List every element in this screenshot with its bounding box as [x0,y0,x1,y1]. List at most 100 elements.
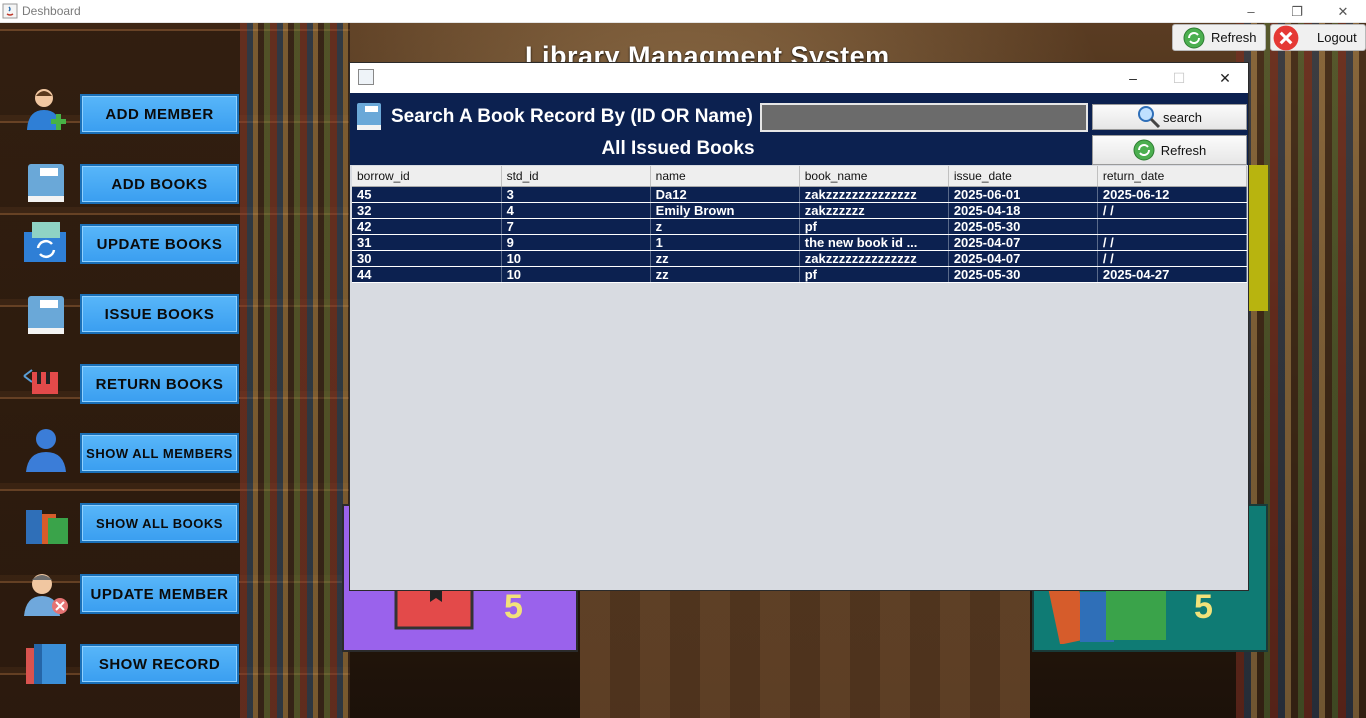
show-record-button[interactable]: SHOW RECORD [80,644,239,684]
update-books-icon [24,222,66,262]
show-all-members-button[interactable]: SHOW ALL MEMBERS [80,433,239,473]
table-cell[interactable]: pf [799,218,949,235]
dialog-refresh-button[interactable]: Refresh [1092,135,1247,165]
table-row[interactable]: 45 3 Da12 zakzzzzzzzzzzzzzz 2025-06-01 2… [352,186,1248,203]
column-header-return-date[interactable]: return_date [1097,166,1248,187]
table-cell[interactable]: zz [650,266,800,283]
column-header-borrow-id[interactable]: borrow_id [352,166,502,187]
column-header-name[interactable]: name [650,166,800,187]
table-cell[interactable]: 10 [501,266,651,283]
table-cell[interactable]: 2025-04-07 [948,234,1098,251]
add-member-icon [27,89,66,130]
books-left [240,23,350,718]
dialog-refresh-label: Refresh [1160,142,1207,158]
table-cell[interactable]: the new book id ... [799,234,949,251]
table-cell[interactable]: 2025-04-18 [948,202,1098,219]
logout-label: Logout [1317,30,1357,45]
search-button-label: search [1162,109,1203,125]
table-row[interactable]: 44 10 zz pf 2025-05-30 2025-04-27 [352,266,1248,283]
dialog-titlebar: – ☐ ✕ [350,63,1248,93]
book-icon [28,164,64,202]
table-row[interactable]: 42 7 z pf 2025-05-30 [352,218,1248,235]
table-cell[interactable]: 32 [352,202,502,219]
table-cell[interactable]: zakzzzzzz [799,202,949,219]
table-header-row: borrow_id std_id name book_name issue_da… [352,166,1248,187]
column-header-std-id[interactable]: std_id [501,166,651,187]
issue-book-icon [28,296,64,334]
java-app-icon [358,69,374,85]
add-member-button[interactable]: ADD MEMBER [80,94,239,134]
record-icon [26,644,66,684]
table-cell[interactable]: 30 [352,250,502,267]
search-icon [1137,106,1161,129]
table-cell[interactable]: 3 [501,186,651,203]
table-cell[interactable]: 44 [352,266,502,283]
table-cell[interactable]: Emily Brown [650,202,800,219]
dialog-close-button[interactable]: ✕ [1202,63,1248,93]
table-cell[interactable]: 2025-06-12 [1097,186,1248,203]
issue-books-button[interactable]: ISSUE BOOKS [80,294,239,334]
column-header-book-name[interactable]: book_name [799,166,949,187]
search-button[interactable]: search [1092,104,1247,130]
table-cell[interactable]: pf [799,266,949,283]
column-header-issue-date[interactable]: issue_date [948,166,1098,187]
dialog-maximize-button: ☐ [1172,69,1186,86]
dialog-minimize-button[interactable]: – [1110,63,1156,93]
issued-books-dialog: – ☐ ✕ Search A Book Record By (ID OR Nam… [349,62,1249,591]
search-label: Search A Book Record By (ID OR Name) [391,106,753,127]
table-cell[interactable]: 2025-05-30 [948,218,1098,235]
table-cell[interactable]: 9 [501,234,651,251]
dialog-header: Search A Book Record By (ID OR Name) sea… [350,93,1248,165]
table-cell[interactable]: 7 [501,218,651,235]
table-cell[interactable]: 4 [501,202,651,219]
add-books-button[interactable]: ADD BOOKS [80,164,239,204]
table-cell[interactable]: 10 [501,250,651,267]
table-row[interactable]: 32 4 Emily Brown zakzzzzzz 2025-04-18 / … [352,202,1248,219]
table-row[interactable]: 31 9 1 the new book id ... 2025-04-07 / … [352,234,1248,251]
books-stack-icon [26,510,68,544]
issued-books-count: 5 [504,588,523,626]
table-cell[interactable] [1097,218,1248,235]
table-cell[interactable]: 1 [650,234,800,251]
table-cell[interactable]: / / [1097,250,1248,267]
total-books-count: 5 [1194,588,1213,626]
table-cell[interactable]: z [650,218,800,235]
restore-button[interactable]: ❐ [1274,0,1320,23]
table-cell[interactable]: 45 [352,186,502,203]
table-cell[interactable]: zakzzzzzzzzzzzzzz [799,250,949,267]
show-all-books-button[interactable]: SHOW ALL BOOKS [80,503,239,543]
table-cell[interactable]: zakzzzzzzzzzzzzzz [799,186,949,203]
remove-user-icon [24,574,68,616]
table-cell[interactable]: 2025-04-07 [948,250,1098,267]
issued-books-title: All Issued Books [601,138,755,159]
return-books-button[interactable]: RETURN BOOKS [80,364,239,404]
return-books-card-icon [394,588,474,630]
main-refresh-button[interactable]: Refresh [1172,24,1266,51]
return-icon [23,369,58,394]
window-titlebar: Deshboard – ❐ ✕ [0,0,1366,23]
minimize-button[interactable]: – [1228,0,1274,23]
main-refresh-label: Refresh [1211,30,1257,45]
table-cell[interactable]: 2025-06-01 [948,186,1098,203]
refresh-icon [1183,27,1205,48]
issued-books-table: borrow_id std_id name book_name issue_da… [352,166,1248,283]
table-cell[interactable]: Da12 [650,186,800,203]
table-cell[interactable]: / / [1097,234,1248,251]
table-cell[interactable]: 2025-04-27 [1097,266,1248,283]
close-button[interactable]: ✕ [1320,0,1366,23]
floor [580,583,1030,718]
update-books-button[interactable]: UPDATE BOOKS [80,224,239,264]
table-cell[interactable]: 42 [352,218,502,235]
book-icon [357,103,381,130]
table-cell[interactable]: zz [650,250,800,267]
table-row[interactable]: 30 10 zz zakzzzzzzzzzzzzzz 2025-04-07 / … [352,250,1248,267]
java-app-icon [2,3,18,19]
table-cell[interactable]: 31 [352,234,502,251]
table-cell[interactable]: / / [1097,202,1248,219]
search-input[interactable] [760,103,1088,132]
issued-books-table-area: borrow_id std_id name book_name issue_da… [352,166,1248,588]
logout-button[interactable]: Logout [1270,24,1366,51]
table-cell[interactable]: 2025-05-30 [948,266,1098,283]
update-member-button[interactable]: UPDATE MEMBER [80,574,239,614]
stat-card-olive [1248,165,1268,311]
